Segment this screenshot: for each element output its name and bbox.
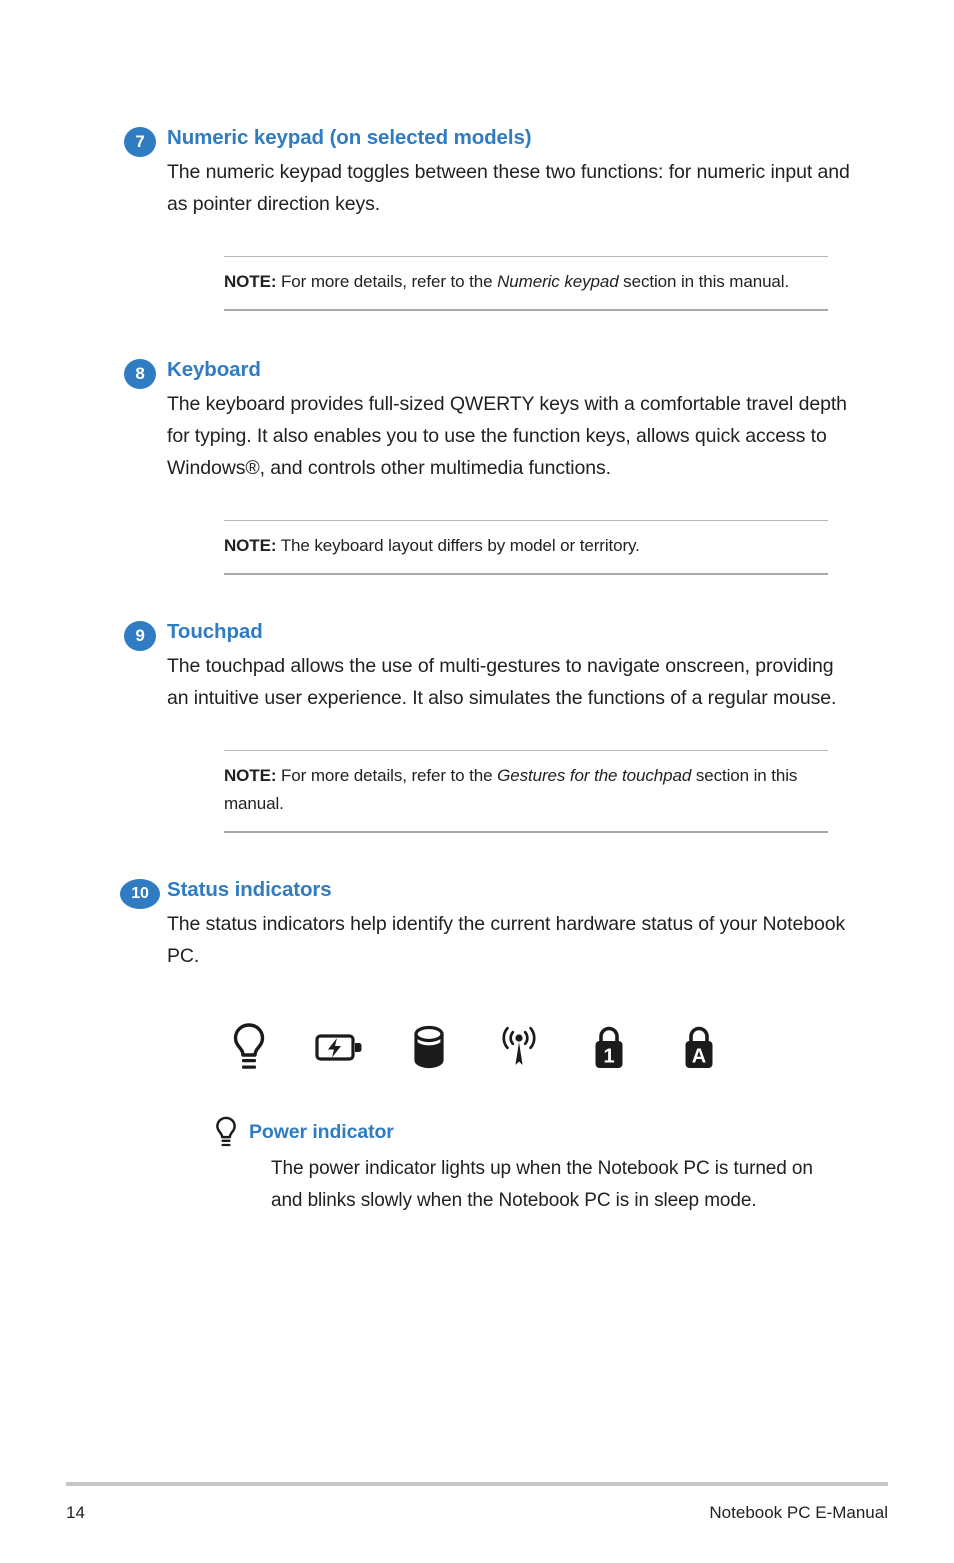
footer-page-number: 14 — [66, 1503, 85, 1522]
subsection-power-indicator-header: Power indicator — [215, 1116, 850, 1148]
drive-activity-indicator-icon — [404, 1016, 454, 1078]
status-indicator-icon-row: 1 A — [224, 1016, 850, 1078]
wireless-bluetooth-indicator-icon — [494, 1016, 544, 1078]
section-status-indicators: 10 Status indicators The status indicato… — [0, 877, 954, 1217]
number-lock-label: 1 — [603, 1046, 614, 1068]
section-touchpad: 9 Touchpad The touchpad allows the use o… — [0, 619, 954, 833]
power-indicator-icon — [215, 1116, 237, 1148]
section-numeric-keypad: 7 Numeric keypad (on selected models) Th… — [0, 125, 954, 311]
subsection-power-indicator: Power indicator The power indicator ligh… — [215, 1116, 850, 1217]
section-heading-status-indicators: Status indicators — [167, 878, 332, 901]
section-body-touchpad: The touchpad allows the use of multi-ges… — [167, 655, 837, 709]
subsection-body-power-indicator: The power indicator lights up when the N… — [271, 1158, 813, 1211]
note-label: NOTE: — [224, 766, 277, 785]
battery-charge-indicator-icon — [314, 1016, 364, 1078]
subsection-title-power-indicator: Power indicator — [249, 1120, 394, 1143]
footer-document-title: Notebook PC E-Manual — [709, 1503, 888, 1522]
note-text-before: For more details, refer to the — [276, 766, 498, 785]
note-touchpad: NOTE: For more details, refer to the Ges… — [224, 750, 828, 833]
note-keyboard: NOTE: The keyboard layout differs by mod… — [224, 520, 828, 575]
note-label: NOTE: — [224, 536, 277, 555]
section-number-badge-8: 8 — [124, 359, 156, 389]
note-text-after: section in this manual. — [618, 272, 790, 291]
number-lock-indicator-icon: 1 — [584, 1016, 634, 1078]
section-body-status-indicators: The status indicators help identify the … — [167, 913, 846, 967]
note-numeric-keypad: NOTE: For more details, refer to the Num… — [224, 256, 828, 311]
section-heading-touchpad: Touchpad — [167, 620, 263, 643]
section-number-badge-9: 9 — [124, 621, 156, 651]
note-italic-ref: Numeric keypad — [497, 272, 619, 291]
note-label: NOTE: — [224, 272, 277, 291]
note-text-before: For more details, refer to the — [276, 272, 498, 291]
section-number-badge-10: 10 — [120, 879, 160, 909]
manual-page: 7 Numeric keypad (on selected models) Th… — [0, 125, 954, 1563]
section-heading-numeric-keypad: Numeric keypad (on selected models) — [167, 126, 532, 149]
section-body-keyboard: The keyboard provides full-sized QWERTY … — [167, 393, 847, 479]
section-heading-keyboard: Keyboard — [167, 358, 261, 381]
section-body-numeric-keypad: The numeric keypad toggles between these… — [167, 161, 850, 215]
section-keyboard: 8 Keyboard The keyboard provides full-si… — [0, 357, 954, 575]
note-italic-ref: Gestures for the touchpad — [497, 766, 692, 785]
section-number-badge-7: 7 — [124, 127, 156, 157]
page-footer: 14 Notebook PC E-Manual — [66, 1482, 888, 1523]
power-indicator-icon — [224, 1016, 274, 1078]
note-text-before: The keyboard layout differs by model or … — [276, 536, 640, 555]
capital-lock-indicator-icon: A — [674, 1016, 724, 1078]
capital-lock-label: A — [692, 1046, 706, 1068]
footer-divider — [66, 1482, 888, 1486]
